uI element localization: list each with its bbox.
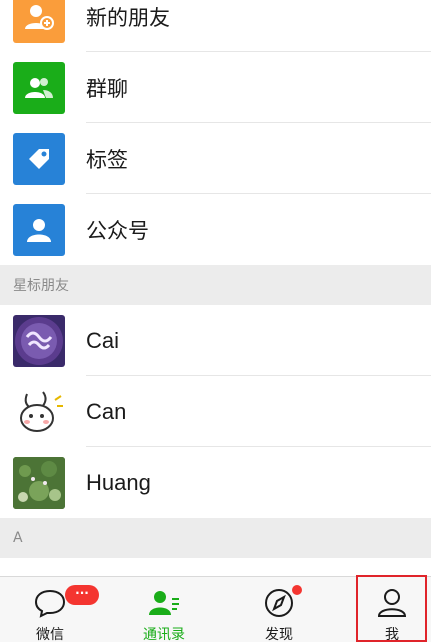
menu-row-official-accounts[interactable]: 公众号 (0, 194, 431, 265)
tab-label: 微信 (36, 627, 64, 642)
contact-row-cai[interactable]: Cai (0, 305, 431, 376)
contact-name: Huang (86, 469, 151, 495)
group-chat-icon (13, 61, 65, 114)
contact-name: Can (86, 398, 127, 424)
tag-icon (13, 132, 65, 185)
avatar (13, 385, 65, 438)
tab-discover[interactable]: 发现 (234, 577, 324, 642)
section-header-starred: 星标朋友 (0, 265, 431, 305)
menu-row-new-friends[interactable]: 新的朋友 (0, 0, 431, 52)
official-account-icon (13, 203, 65, 256)
avatar (13, 314, 65, 367)
menu-row-tags[interactable]: 标签 (0, 123, 431, 194)
highlight-box (356, 575, 427, 642)
tab-chats[interactable]: ··· 微信 (5, 577, 99, 642)
add-friend-icon (13, 0, 65, 43)
contact-row-can[interactable]: Can (0, 376, 431, 447)
menu-row-group-chat[interactable]: 群聊 (0, 52, 431, 123)
menu-row-new-friends-clip: 新的朋友 (0, 0, 431, 52)
tab-contacts[interactable]: 通讯录 (119, 577, 209, 642)
menu-label: 群聊 (86, 76, 128, 101)
contact-row-huang[interactable]: Huang (0, 447, 431, 518)
compass-icon (265, 589, 293, 617)
menu-label: 公众号 (86, 218, 149, 243)
tab-label: 发现 (265, 627, 293, 642)
menu-label: 新的朋友 (86, 5, 170, 30)
avatar (13, 456, 65, 509)
tab-label: 通讯录 (143, 627, 185, 642)
contacts-list: 新的朋友 群聊 标签 公众号 星标朋友 Cai Can Huang A (0, 0, 431, 558)
contacts-icon (149, 591, 179, 615)
unread-badge: ··· (65, 585, 99, 605)
menu-label: 标签 (86, 147, 128, 172)
section-header-a: A (0, 518, 431, 558)
contact-name: Cai (86, 327, 120, 353)
notification-dot (292, 585, 302, 595)
chat-bubble-icon (34, 589, 66, 618)
